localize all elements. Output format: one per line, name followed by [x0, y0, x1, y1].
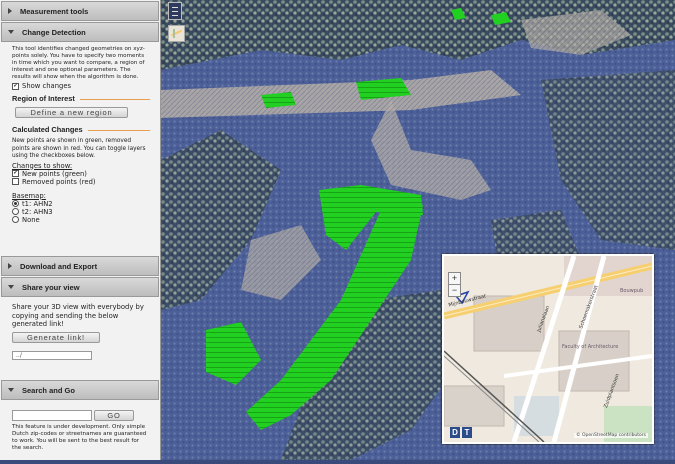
search-note: This feature is under development. Only … — [12, 424, 147, 451]
radio-unselected-icon — [12, 216, 19, 223]
change-detection-panel: This tool identifies changed geometries … — [0, 42, 160, 255]
generate-link-button[interactable]: Generate link! — [12, 331, 100, 343]
search-input[interactable] — [12, 410, 92, 421]
minimap-label-bouwpub: Bouwpub — [620, 288, 644, 294]
new-points-label: New points (green) — [22, 169, 87, 178]
basemap-radio-none[interactable]: None — [12, 216, 150, 224]
expanded-arrow-icon — [8, 30, 14, 34]
collapsed-arrow-icon — [8, 263, 12, 269]
change-detection-intro: This tool identifies changed geometries … — [12, 46, 145, 80]
basemap-radio-ahn3[interactable]: t2: AHN3 — [12, 208, 150, 216]
define-region-button[interactable]: Define a new region — [15, 107, 128, 118]
accordion-label: Search and Go — [22, 385, 75, 395]
accordion-label: Share your view — [22, 282, 80, 292]
map-toggle-icon[interactable] — [168, 25, 185, 42]
expanded-arrow-icon — [8, 388, 14, 392]
accordion-measurement-tools[interactable]: Measurement tools — [1, 1, 159, 21]
accordion-download-export[interactable]: Download and Export — [1, 256, 159, 276]
t-button[interactable]: T — [462, 427, 472, 438]
checkbox-unchecked-icon — [12, 178, 19, 185]
checkbox-checked-icon: ✔ — [12, 82, 19, 90]
minimap-tiles — [444, 256, 652, 442]
accordion-label: Measurement tools — [20, 6, 89, 16]
zoom-out-button[interactable]: − — [448, 284, 461, 297]
section-divider — [79, 98, 150, 100]
basemap-option-label: t2: AHN3 — [22, 207, 53, 216]
calc-text: New points are shown in green, removed p… — [12, 138, 146, 159]
basemap-option-label: t1: AHN2 — [22, 199, 53, 208]
calc-section-title: Calculated Changes — [12, 126, 150, 134]
radio-selected-icon — [12, 200, 19, 207]
d-button[interactable]: D — [450, 427, 460, 438]
collapsed-arrow-icon — [8, 8, 12, 14]
radio-unselected-icon — [12, 208, 19, 215]
accordion-search-go[interactable]: Search and Go — [1, 380, 159, 400]
expanded-arrow-icon — [8, 285, 14, 289]
accordion-change-detection[interactable]: Change Detection — [1, 22, 159, 42]
calc-title: Calculated Changes — [12, 125, 83, 134]
checkbox-checked-icon: ✔ — [12, 170, 19, 177]
roi-section-title: Region of Interest — [12, 95, 150, 103]
removed-points-label: Removed points (red) — [22, 177, 96, 186]
section-divider — [87, 129, 150, 131]
basemap-radio-ahn2[interactable]: t1: AHN2 — [12, 200, 150, 208]
roi-title: Region of Interest — [12, 94, 75, 103]
minimap[interactable]: Mijnbouwstraat Julianalaan Faculty of Ar… — [442, 254, 654, 444]
share-text: Share your 3D view with everybody by cop… — [12, 303, 144, 328]
new-points-checkbox[interactable]: ✔ New points (green) — [12, 170, 150, 178]
accordion-label: Change Detection — [22, 27, 86, 37]
show-changes-label: Show changes — [22, 82, 72, 90]
go-button[interactable]: GO — [94, 410, 134, 421]
basemap-label: Basemap: — [12, 191, 46, 200]
removed-points-checkbox[interactable]: Removed points (red) — [12, 178, 150, 186]
changes-to-show-label: Changes to show: — [12, 161, 73, 170]
show-changes-checkbox[interactable]: ✔ Show changes — [12, 82, 150, 90]
menu-icon[interactable] — [168, 2, 182, 20]
sidebar: Measurement tools Change Detection This … — [0, 0, 161, 460]
search-panel: GO This feature is under development. On… — [0, 400, 160, 452]
map-attribution: © OpenStreetMap contributors — [574, 433, 648, 438]
share-panel: Share your 3D view with everybody by cop… — [0, 297, 160, 379]
minimap-label-faculty: Faculty of Architecture — [562, 344, 619, 350]
accordion-share-view[interactable]: Share your view — [1, 277, 159, 297]
share-link-field[interactable]: ../ — [12, 350, 92, 360]
accordion-label: Download and Export — [20, 261, 98, 271]
basemap-option-label: None — [22, 215, 40, 224]
